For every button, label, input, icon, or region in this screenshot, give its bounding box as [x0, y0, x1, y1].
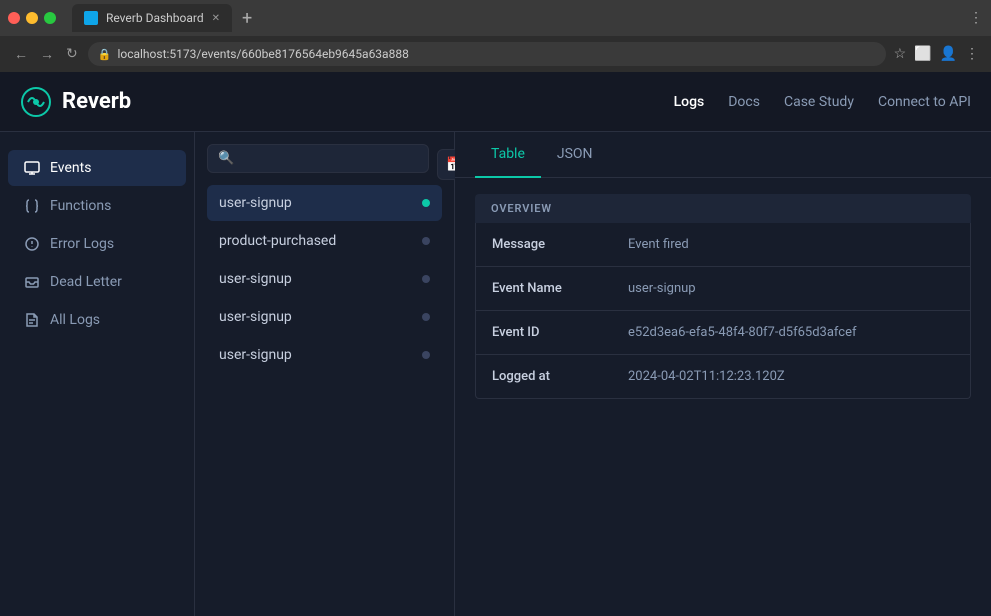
event-name-0: user-signup — [219, 195, 292, 211]
url-text: localhost:5173/events/660be8176564eb9645… — [117, 47, 408, 61]
overview-key-event-name: Event Name — [492, 281, 612, 296]
overview-row-message: Message Event fired — [476, 223, 970, 267]
sidebar-item-dead-letter[interactable]: Dead Letter — [8, 264, 186, 300]
event-name-2: user-signup — [219, 271, 292, 287]
address-actions: ☆ ⬜ 👤 ⋮ — [894, 46, 979, 62]
search-icon: 🔍 — [218, 151, 234, 166]
browser-tab[interactable]: Reverb Dashboard ✕ — [72, 4, 232, 32]
tab-table[interactable]: Table — [475, 132, 541, 178]
sidebar-item-error-logs[interactable]: Error Logs — [8, 226, 186, 262]
url-bar[interactable]: 🔒 localhost:5173/events/660be8176564eb96… — [88, 42, 886, 66]
event-list: user-signup product-purchased user-signu… — [207, 185, 442, 373]
close-button[interactable] — [8, 12, 20, 24]
monitor-icon — [24, 160, 40, 176]
nav-link-connect[interactable]: Connect to API — [878, 94, 971, 110]
event-name-3: user-signup — [219, 309, 292, 325]
search-input[interactable] — [242, 151, 418, 166]
event-dot-4 — [422, 351, 430, 359]
event-dot-0 — [422, 199, 430, 207]
forward-button[interactable]: → — [38, 44, 56, 65]
tab-bar: Reverb Dashboard ✕ + ⋮ — [0, 0, 991, 36]
search-row: 🔍 📅 — [207, 144, 442, 185]
overview-row-event-id: Event ID e52d3ea6-efa5-48f4-80f7-d5f65d3… — [476, 311, 970, 355]
tab-favicon — [84, 11, 98, 25]
logo-text: Reverb — [62, 89, 131, 114]
overview-value-logged-at: 2024-04-02T11:12:23.120Z — [628, 369, 785, 384]
overview-key-logged-at: Logged at — [492, 369, 612, 384]
sidebar-label-dead-letter: Dead Letter — [50, 274, 122, 290]
main-content: Events Functions Error L — [0, 132, 991, 616]
event-name-4: user-signup — [219, 347, 292, 363]
app-container: Reverb Logs Docs Case Study Connect to A… — [0, 72, 991, 616]
top-nav-links: Logs Docs Case Study Connect to API — [674, 94, 971, 110]
overview-header: OVERVIEW — [475, 194, 971, 223]
nav-link-logs[interactable]: Logs — [674, 94, 705, 110]
back-button[interactable]: ← — [12, 44, 30, 65]
alert-circle-icon — [24, 236, 40, 252]
overview-key-message: Message — [492, 237, 612, 252]
sidebar: Events Functions Error L — [0, 132, 195, 616]
sidebar-item-events[interactable]: Events — [8, 150, 186, 186]
event-name-1: product-purchased — [219, 233, 336, 249]
sidebar-item-functions[interactable]: Functions — [8, 188, 186, 224]
braces-icon — [24, 198, 40, 214]
overview-key-event-id: Event ID — [492, 325, 612, 340]
sidebar-label-events: Events — [50, 160, 91, 176]
profile-icon[interactable]: 👤 — [940, 46, 957, 62]
lock-icon: 🔒 — [98, 48, 112, 61]
cast-icon[interactable]: ⬜ — [914, 46, 931, 62]
overview-section: OVERVIEW Message Event fired Event Name … — [475, 194, 971, 399]
detail-panel: Table JSON OVERVIEW Message Event fired … — [455, 132, 991, 616]
sidebar-label-error-logs: Error Logs — [50, 236, 114, 252]
event-item-3[interactable]: user-signup — [207, 299, 442, 335]
overview-value-event-id: e52d3ea6-efa5-48f4-80f7-d5f65d3afcef — [628, 325, 857, 340]
maximize-button[interactable] — [44, 12, 56, 24]
overview-value-event-name: user-signup — [628, 281, 696, 296]
sidebar-label-functions: Functions — [50, 198, 111, 214]
event-list-panel: 🔍 📅 user-signup product-purchased user-s… — [195, 132, 455, 616]
event-dot-1 — [422, 237, 430, 245]
reload-button[interactable]: ↻ — [64, 44, 80, 64]
bookmark-icon[interactable]: ☆ — [894, 46, 907, 62]
menu-icon[interactable]: ⋮ — [965, 46, 979, 62]
tab-title: Reverb Dashboard — [106, 11, 204, 25]
logo-icon — [20, 86, 52, 118]
event-dot-3 — [422, 313, 430, 321]
tabs-row: Table JSON — [455, 132, 991, 178]
sidebar-item-all-logs[interactable]: All Logs — [8, 302, 186, 338]
event-dot-2 — [422, 275, 430, 283]
sidebar-label-all-logs: All Logs — [50, 312, 100, 328]
event-item-1[interactable]: product-purchased — [207, 223, 442, 259]
event-item-2[interactable]: user-signup — [207, 261, 442, 297]
overview-value-message: Event fired — [628, 237, 689, 252]
overview-row-logged-at: Logged at 2024-04-02T11:12:23.120Z — [476, 355, 970, 398]
new-tab-button[interactable]: + — [236, 8, 258, 29]
browser-chrome: Reverb Dashboard ✕ + ⋮ ← → ↻ 🔒 localhost… — [0, 0, 991, 72]
nav-link-docs[interactable]: Docs — [728, 94, 760, 110]
window-controls — [8, 12, 56, 24]
top-nav: Reverb Logs Docs Case Study Connect to A… — [0, 72, 991, 132]
file-text-icon — [24, 312, 40, 328]
search-bar: 🔍 — [207, 144, 429, 173]
event-item-0[interactable]: user-signup — [207, 185, 442, 221]
nav-link-case-study[interactable]: Case Study — [784, 94, 854, 110]
logo: Reverb — [20, 86, 131, 118]
overview-table: Message Event fired Event Name user-sign… — [475, 223, 971, 399]
tab-close-icon[interactable]: ✕ — [212, 13, 220, 24]
overview-row-event-name: Event Name user-signup — [476, 267, 970, 311]
inbox-icon — [24, 274, 40, 290]
tab-json[interactable]: JSON — [541, 132, 609, 178]
address-bar: ← → ↻ 🔒 localhost:5173/events/660be81765… — [0, 36, 991, 72]
event-item-4[interactable]: user-signup — [207, 337, 442, 373]
minimize-button[interactable] — [26, 12, 38, 24]
browser-menu-dots[interactable]: ⋮ — [969, 10, 983, 26]
